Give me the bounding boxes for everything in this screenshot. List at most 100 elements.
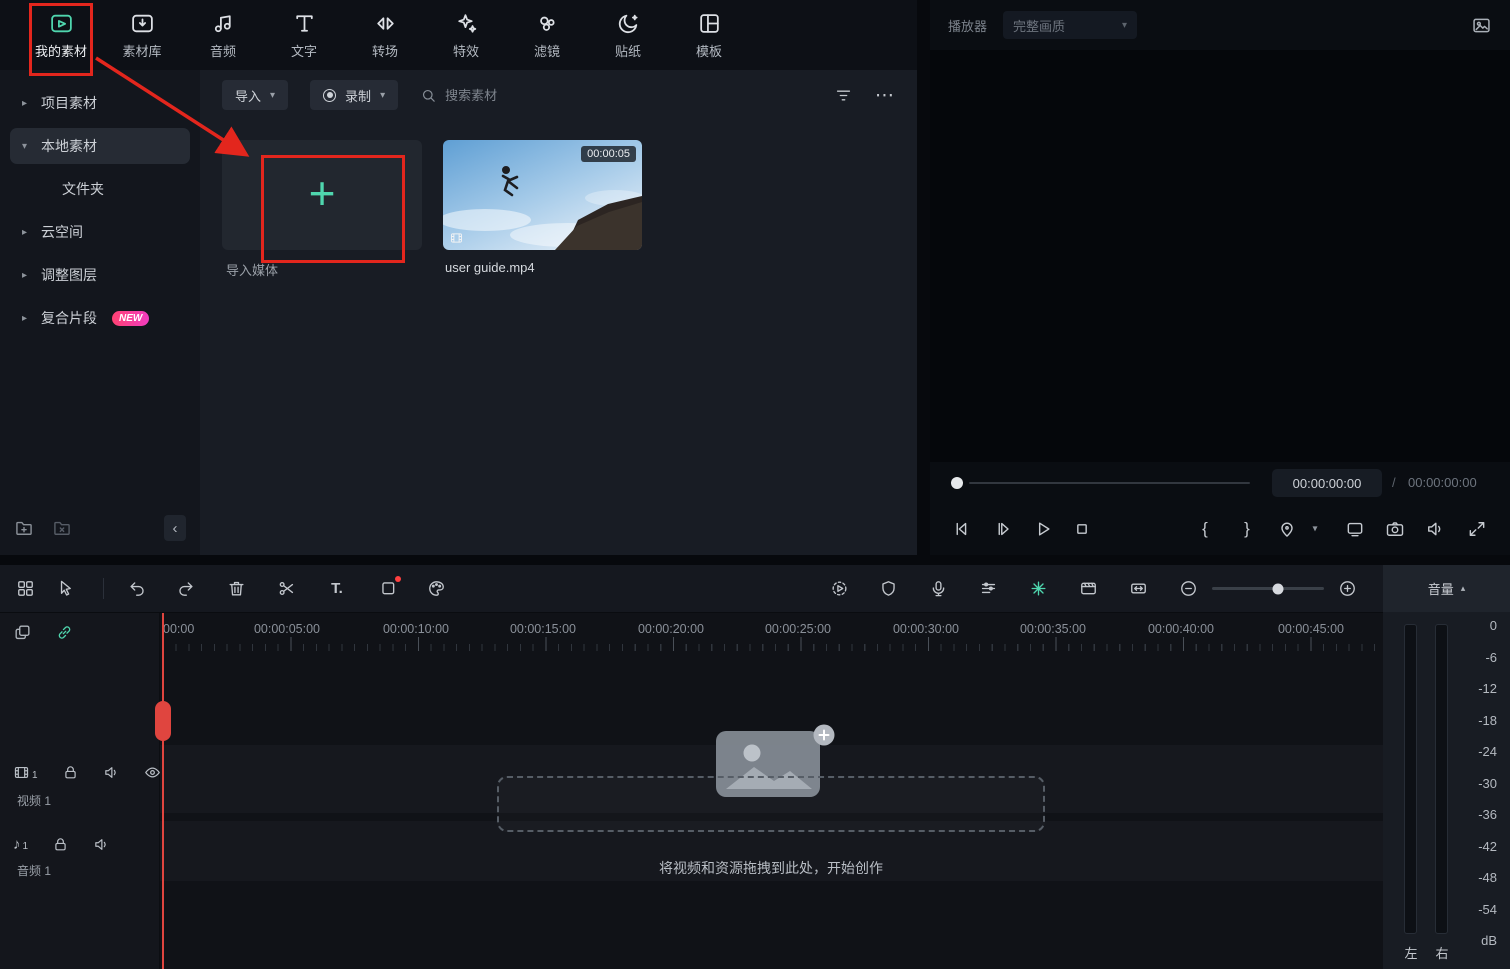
video-thumbnail-tile[interactable]: 00:00:05	[443, 140, 642, 250]
color-palette-button[interactable]	[423, 576, 449, 602]
quality-selected-label: 完整画质	[1013, 16, 1065, 35]
delete-button[interactable]	[223, 576, 249, 602]
db-tick: 0	[1490, 618, 1497, 633]
auto-ripple-icon[interactable]	[13, 623, 32, 642]
split-scissors-button[interactable]	[273, 576, 299, 602]
sidebar-item-compound-clip[interactable]: ▸ 复合片段 NEW	[10, 300, 190, 336]
sidebar-footer: ‹	[0, 515, 200, 541]
nav-templates[interactable]: 模板	[677, 11, 741, 60]
db-tick: -36	[1478, 807, 1497, 822]
track-manager-icon[interactable]	[12, 576, 38, 602]
import-media-tile[interactable]: +	[222, 140, 422, 250]
more-options-icon[interactable]: ⋯	[875, 84, 895, 107]
quality-dropdown[interactable]: 完整画质 ▾	[1003, 11, 1137, 39]
stock-media-icon	[130, 11, 155, 36]
timeline-ruler[interactable]: 00:00 00:00:05:00 00:00:10:00 00:00:15:0…	[160, 613, 1383, 651]
chevron-right-icon: ▸	[22, 227, 32, 238]
nav-label: 我的素材	[35, 41, 87, 60]
sidebar-item-adjustment-layer[interactable]: ▸ 调整图层	[10, 257, 190, 293]
zoom-in-button[interactable]	[1334, 576, 1360, 602]
nav-filters[interactable]: 滤镜	[515, 11, 579, 60]
nav-text[interactable]: 文字	[272, 11, 336, 60]
sidebar-item-local-media[interactable]: ▾ 本地素材	[10, 128, 190, 164]
marker-button[interactable]	[1277, 519, 1297, 539]
channel-right-label: 右	[1434, 943, 1450, 962]
render-preview-button[interactable]	[826, 576, 852, 602]
zoom-out-button[interactable]	[1175, 576, 1201, 602]
lock-icon[interactable]	[62, 764, 79, 781]
select-tool-icon[interactable]	[52, 576, 78, 602]
nav-label: 转场	[372, 41, 398, 60]
snapshot-button[interactable]	[1385, 519, 1405, 539]
speed-ramp-button[interactable]	[1125, 576, 1151, 602]
sidebar-item-cloud[interactable]: ▸ 云空间	[10, 214, 190, 250]
plus-icon: +	[309, 170, 336, 216]
stickers-icon	[616, 11, 641, 36]
collapse-sidebar-button[interactable]: ‹	[164, 515, 186, 541]
link-clips-icon[interactable]	[55, 623, 74, 642]
timeline-zoom-slider[interactable]	[1212, 587, 1324, 590]
timecode-separator: /	[1392, 475, 1396, 490]
redo-button[interactable]	[172, 576, 198, 602]
mute-icon[interactable]	[103, 764, 120, 781]
eye-icon[interactable]	[144, 764, 161, 781]
stop-button[interactable]	[1072, 519, 1092, 539]
audio-track-type-icon: ♪ 1	[13, 837, 28, 852]
timeline-dropzone[interactable]	[497, 776, 1045, 832]
nav-effects[interactable]: 特效	[434, 11, 498, 60]
voiceover-mic-button[interactable]	[925, 576, 951, 602]
keyframe-star-button[interactable]	[1025, 576, 1051, 602]
video-clip-icon	[449, 231, 464, 245]
filter-icon[interactable]	[834, 86, 853, 105]
sidebar-item-label: 云空间	[41, 222, 83, 242]
audio-mixer-button[interactable]	[975, 576, 1001, 602]
mark-in-button[interactable]: {	[1202, 519, 1208, 539]
volume-meter-header[interactable]: 音量 ▴	[1383, 565, 1510, 612]
play-button[interactable]	[1033, 519, 1053, 539]
sidebar-item-project-media[interactable]: ▸ 项目素材	[10, 85, 190, 121]
marker-dropdown-icon[interactable]: ▾	[1312, 524, 1317, 535]
next-frame-button[interactable]	[993, 519, 1013, 539]
volume-meter-title: 音量	[1428, 579, 1454, 598]
nav-stock-media[interactable]: 素材库	[110, 11, 174, 60]
chevron-down-icon: ▾	[380, 90, 385, 101]
nav-transitions[interactable]: 转场	[353, 11, 417, 60]
import-button[interactable]: 导入 ▾	[222, 80, 288, 110]
db-unit: dB	[1481, 933, 1497, 948]
playhead[interactable]	[162, 613, 164, 969]
record-button[interactable]: 录制 ▾	[310, 80, 398, 110]
nav-my-media[interactable]: 我的素材	[29, 11, 93, 60]
marker-flag-button[interactable]	[875, 576, 901, 602]
search-icon	[420, 87, 437, 104]
mute-icon[interactable]	[93, 836, 110, 853]
zoom-slider-knob[interactable]	[1273, 583, 1284, 594]
new-folder-icon[interactable]	[14, 518, 34, 538]
undo-button[interactable]	[124, 576, 150, 602]
dropzone-hint-text: 将视频和资源拖拽到此处，开始创作	[497, 858, 1045, 878]
preview-fit-icon[interactable]	[1471, 15, 1492, 36]
media-grid: + 00:00:0	[200, 120, 917, 555]
db-tick: -18	[1478, 713, 1497, 728]
crop-aspect-button[interactable]	[375, 576, 401, 602]
previous-frame-button[interactable]	[951, 519, 971, 539]
search-input[interactable]	[445, 88, 565, 103]
ruler-label: 00:00	[163, 622, 194, 636]
lock-icon[interactable]	[52, 836, 69, 853]
seek-knob[interactable]	[951, 477, 963, 489]
mark-out-button[interactable]: }	[1244, 519, 1250, 539]
nav-stickers[interactable]: 贴纸	[596, 11, 660, 60]
fit-screen-button[interactable]	[1345, 519, 1365, 539]
nav-audio[interactable]: 音频	[191, 11, 255, 60]
playhead-handle[interactable]	[155, 701, 171, 741]
seek-track[interactable]	[969, 482, 1250, 484]
sidebar-item-folder[interactable]: 文件夹	[10, 171, 190, 207]
speaker-button[interactable]	[1425, 519, 1445, 539]
fullscreen-button[interactable]	[1467, 519, 1487, 539]
audio-track-controls: ♪ 1	[13, 836, 110, 853]
templates-icon	[697, 11, 722, 36]
chroma-key-button[interactable]	[1075, 576, 1101, 602]
ruler-ticks	[163, 637, 1383, 651]
text-icon	[292, 11, 317, 36]
delete-folder-icon[interactable]	[52, 518, 72, 538]
quick-text-button[interactable]: T.	[324, 576, 350, 602]
